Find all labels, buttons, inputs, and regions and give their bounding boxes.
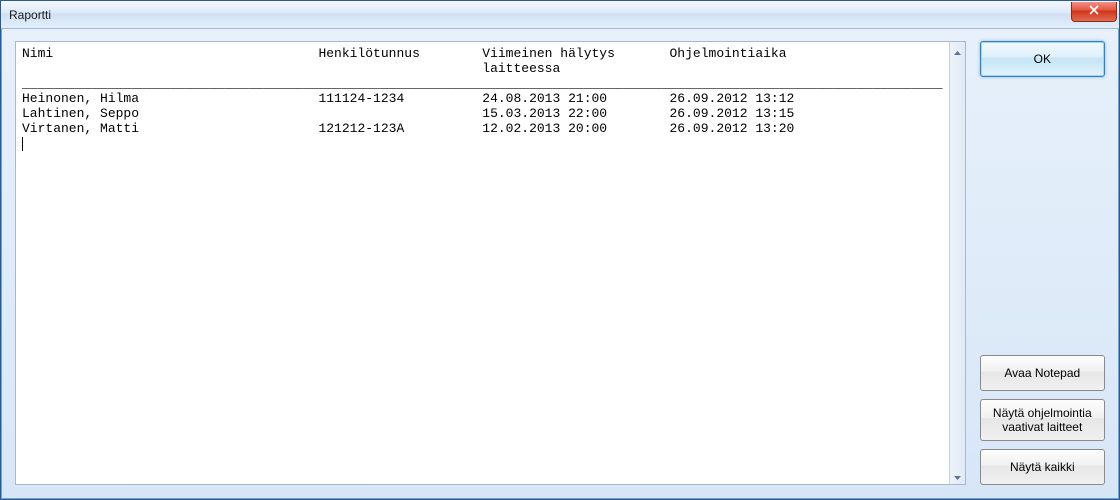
close-button[interactable]	[1071, 2, 1117, 22]
window-frame: Raportti Nimi Henkilötunnus Viimeinen hä…	[0, 0, 1120, 500]
scroll-up-button[interactable]	[950, 42, 965, 59]
titlebar: Raportti	[1, 1, 1119, 29]
open-notepad-button[interactable]: Avaa Notepad	[980, 355, 1105, 391]
spacer	[980, 85, 1105, 347]
chevron-down-icon	[954, 469, 961, 483]
ok-button[interactable]: OK	[980, 41, 1105, 77]
close-icon	[1089, 4, 1099, 18]
chevron-up-icon	[954, 44, 961, 58]
button-column: OK Avaa Notepad Näytä ohjelmointia vaati…	[980, 41, 1105, 485]
scroll-down-button[interactable]	[950, 467, 965, 484]
report-wrap: Nimi Henkilötunnus Viimeinen hälytys Ohj…	[15, 41, 966, 485]
show-programming-needed-button[interactable]: Näytä ohjelmointia vaativat laitteet	[980, 399, 1105, 441]
text-caret	[22, 137, 23, 151]
report-textbox[interactable]: Nimi Henkilötunnus Viimeinen hälytys Ohj…	[15, 41, 949, 485]
vertical-scrollbar[interactable]	[949, 41, 966, 485]
window-title: Raportti	[9, 8, 1071, 22]
show-all-button[interactable]: Näytä kaikki	[980, 449, 1105, 485]
client-area: Nimi Henkilötunnus Viimeinen hälytys Ohj…	[1, 29, 1119, 499]
